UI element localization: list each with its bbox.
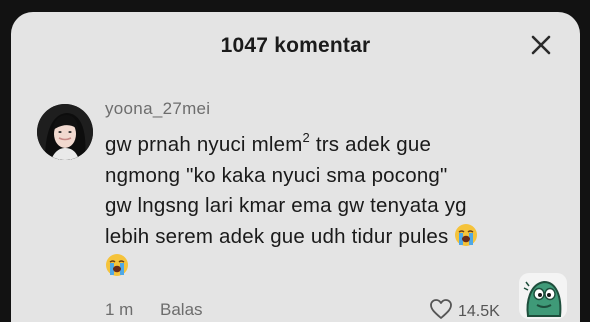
comment-line-1-tail: trs adek gue bbox=[309, 133, 432, 156]
comment-count-title: 1047 komentar bbox=[220, 34, 371, 57]
comment-line-3: gw lngsng lari kmar ema gw tenyata yg bbox=[105, 194, 467, 217]
comment-username[interactable]: yoona_27mei bbox=[105, 99, 210, 119]
comments-header: 1047 komentar bbox=[11, 12, 580, 80]
comment-line-1-main: gw prnah nyuci mlem bbox=[105, 133, 303, 156]
close-icon[interactable] bbox=[528, 32, 554, 58]
reply-button[interactable]: Balas bbox=[160, 300, 203, 320]
comment-line-4: lebih serem adek gue udh tidur pules bbox=[105, 222, 545, 253]
green-ghost-sticker bbox=[518, 272, 568, 320]
comment-line-2: ngmong "ko kaka nyuci sma pocong" bbox=[105, 163, 448, 187]
comment-line-1-superscript: 2 bbox=[302, 130, 310, 145]
comment-line-5 bbox=[105, 252, 545, 283]
like-button[interactable]: 14.5K bbox=[429, 298, 500, 322]
avatar[interactable] bbox=[37, 104, 93, 160]
comment-time: 1 m bbox=[105, 300, 134, 319]
comment-line-4-text: lebih serem adek gue udh tidur pules bbox=[105, 224, 449, 248]
loudly-crying-face-emoji bbox=[454, 223, 478, 247]
loudly-crying-face-emoji bbox=[105, 253, 129, 277]
comment-text: gw prnah nyuci mlem2 trs adek gue ngmong… bbox=[105, 130, 545, 283]
comment-line-1: gw prnah nyuci mlem2 trs adek gue bbox=[105, 130, 545, 161]
comment-item: yoona_27mei gw prnah nyuci mlem2 trs ade… bbox=[11, 96, 580, 322]
comments-sheet: 1047 komentar yoona_27mei gw prnah nyuci… bbox=[11, 12, 580, 322]
like-count: 14.5K bbox=[458, 302, 500, 320]
heart-icon bbox=[429, 298, 453, 322]
